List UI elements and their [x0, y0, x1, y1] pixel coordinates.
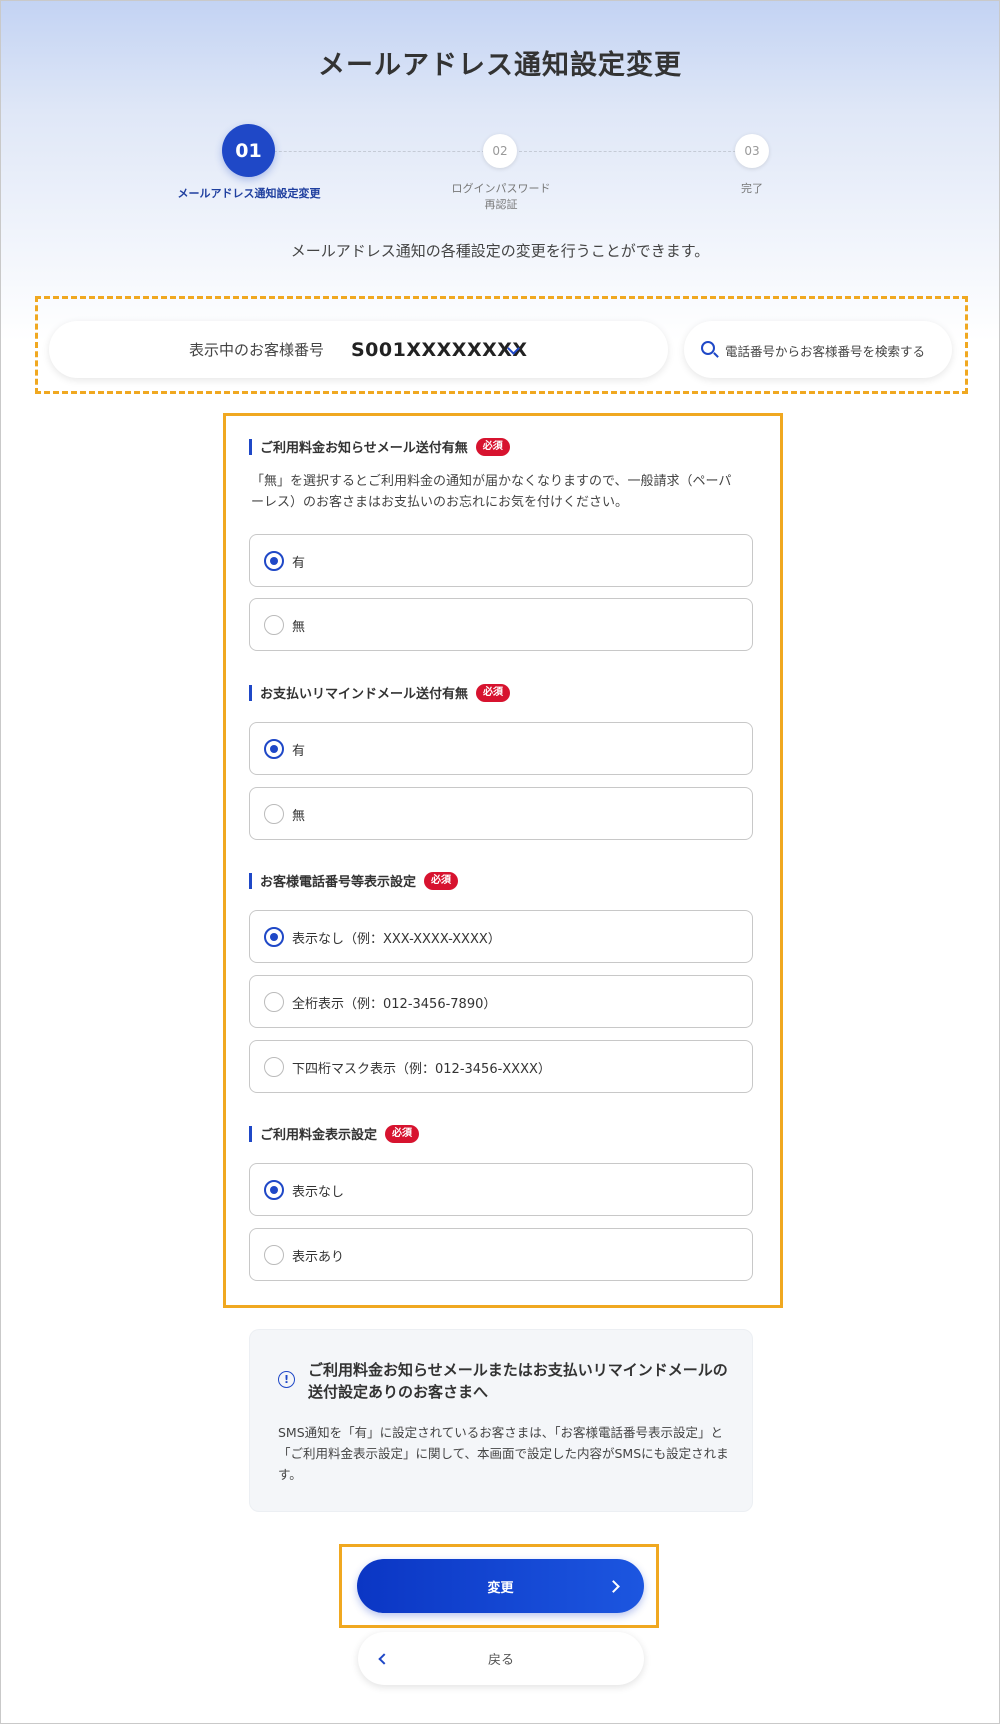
radio-selected-icon[interactable] [264, 551, 284, 571]
section-title-fee-display: ご利用料金表示設定 必須 [249, 1124, 420, 1143]
phone-display-option-full[interactable]: 全桁表示（例：012-3456-7890） [249, 975, 753, 1028]
fee-display-option-hidden[interactable]: 表示なし [249, 1163, 753, 1216]
section-marker [249, 438, 252, 455]
search-by-phone-button[interactable]: 電話番号からお客様番号を検索する [684, 321, 952, 378]
step-2-label-line2: 再認証 [484, 198, 518, 211]
radio-unselected-icon[interactable] [264, 1245, 284, 1265]
option-label: 有 [292, 744, 306, 759]
search-by-phone-label: 電話番号からお客様番号を検索する [725, 344, 926, 359]
description-line: 「無」を選択するとご利用料金の通知が届かなくなりますので、一般請求（ペーパ [251, 474, 732, 489]
radio-unselected-icon[interactable] [264, 1057, 284, 1077]
section-marker [249, 1125, 252, 1142]
option-label: 無 [292, 620, 306, 635]
info-icon: ! [278, 1371, 295, 1388]
stepper-connector [254, 151, 490, 152]
option-label: 下四桁マスク表示（例：012-3456-XXXX） [292, 1062, 551, 1077]
page-subtitle: メールアドレス通知の各種設定の変更を行うことができます。 [290, 242, 710, 260]
section-title-reminder-mail: お支払いリマインドメール送付有無 必須 [249, 683, 511, 702]
section-title-text: ご利用料金お知らせメール送付有無 [260, 441, 468, 456]
reminder-mail-option-no[interactable]: 無 [249, 787, 753, 840]
section-description: 「無」を選択するとご利用料金の通知が届かなくなりますので、一般請求（ペーパ ーレ… [251, 471, 761, 513]
customer-number-label: 表示中のお客様番号 [189, 341, 325, 359]
section-marker [249, 684, 252, 701]
fee-display-option-shown[interactable]: 表示あり [249, 1228, 753, 1281]
change-button-label: 変更 [487, 1580, 514, 1596]
radio-selected-icon[interactable] [264, 1180, 284, 1200]
description-line: ーレス）のお客さまはお支払いのお忘れにお気を付けください。 [251, 495, 629, 510]
step-2-label-line1: ログインパスワード [451, 182, 551, 195]
option-label: 無 [292, 809, 306, 824]
option-label: 全桁表示（例：012-3456-7890） [292, 997, 497, 1012]
option-label: 表示なし [292, 1185, 345, 1200]
step-1-label: メールアドレス通知設定変更 [177, 187, 321, 200]
reminder-mail-option-yes[interactable]: 有 [249, 722, 753, 775]
radio-unselected-icon[interactable] [264, 992, 284, 1012]
customer-number-value: S001XXXXXXXX [351, 338, 528, 361]
billing-mail-option-no[interactable]: 無 [249, 598, 753, 651]
notice-body: SMS通知を「有」に設定されているお客さまは、「お客様電話番号表示設定」と「ご利… [278, 1425, 729, 1482]
required-badge: 必須 [424, 871, 459, 890]
option-label: 有 [292, 556, 306, 571]
step-1-circle: 01 [222, 124, 275, 177]
page: メールアドレス通知設定変更 01 02 03 メールアドレス通知設定変更 ログイ… [0, 0, 1000, 1724]
search-icon [701, 341, 715, 355]
phone-display-option-mask[interactable]: 下四桁マスク表示（例：012-3456-XXXX） [249, 1040, 753, 1093]
required-badge: 必須 [476, 683, 511, 702]
change-button[interactable]: 変更 [357, 1559, 644, 1613]
required-badge: 必須 [385, 1124, 420, 1143]
section-title-billing-mail: ご利用料金お知らせメール送付有無 必須 [249, 437, 510, 456]
section-marker [249, 872, 252, 889]
radio-selected-icon[interactable] [264, 739, 284, 759]
chevron-left-icon [378, 1653, 390, 1665]
section-title-text: お支払いリマインドメール送付有無 [260, 687, 469, 702]
back-button[interactable]: 戻る [358, 1632, 644, 1685]
step-3-label: 完了 [741, 182, 763, 195]
option-label: 表示あり [292, 1250, 345, 1265]
section-title-text: ご利用料金表示設定 [260, 1128, 378, 1143]
step-2-label: ログインパスワード 再認証 [421, 181, 581, 213]
radio-selected-icon[interactable] [264, 927, 284, 947]
radio-unselected-icon[interactable] [264, 804, 284, 824]
page-title: メールアドレス通知設定変更 [318, 50, 682, 81]
billing-mail-option-yes[interactable]: 有 [249, 534, 753, 587]
section-title-phone-display: お客様電話番号等表示設定 必須 [249, 871, 459, 890]
phone-display-option-hidden[interactable]: 表示なし（例：XXX-XXXX-XXXX） [249, 910, 753, 963]
customer-number-selector[interactable]: 表示中のお客様番号 S001XXXXXXXX [49, 321, 668, 378]
stepper-connector [519, 151, 751, 152]
back-button-label: 戻る [487, 1653, 514, 1668]
notice-title: ご利用料金お知らせメールまたはお支払いリマインドメールの送付設定ありのお客さまへ [308, 1361, 728, 1401]
step-3-circle: 03 [735, 134, 769, 168]
chevron-right-icon [607, 1580, 620, 1593]
option-label: 表示なし（例：XXX-XXXX-XXXX） [292, 932, 501, 947]
radio-unselected-icon[interactable] [264, 615, 284, 635]
section-title-text: お客様電話番号等表示設定 [260, 875, 417, 890]
required-badge: 必須 [475, 437, 510, 456]
sms-notice-box: ! ご利用料金お知らせメールまたはお支払いリマインドメールの送付設定ありのお客さ… [249, 1329, 753, 1512]
step-2-circle: 02 [483, 134, 517, 168]
